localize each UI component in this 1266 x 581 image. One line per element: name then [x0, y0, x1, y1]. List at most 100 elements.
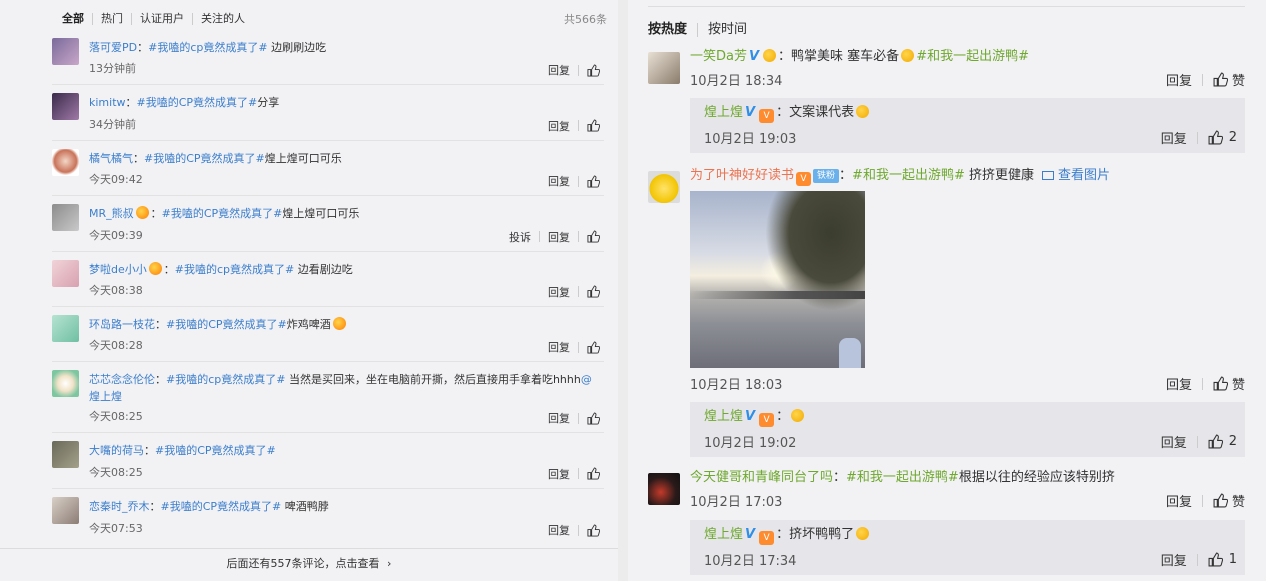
thumbs-up-icon[interactable]: [1213, 376, 1228, 391]
reply-text: 煌上煌 V V：: [704, 408, 806, 427]
report-button[interactable]: 投诉: [509, 229, 531, 245]
reply-button[interactable]: 回复: [548, 62, 570, 78]
avatar[interactable]: [52, 441, 79, 469]
avatar[interactable]: [52, 38, 79, 65]
reply-button[interactable]: 回复: [548, 229, 570, 245]
user-name[interactable]: 煌上煌: [704, 527, 743, 542]
user-name[interactable]: 梦啦de小小: [89, 263, 147, 276]
like-button[interactable]: 赞: [1232, 70, 1245, 89]
topic-tag[interactable]: #我嗑的CP竟然成真了#: [137, 96, 258, 109]
comment-text: 橘气橘气：#我嗑的CP竟然成真了#煌上煌可口可乐: [89, 150, 601, 167]
thumbs-up-icon[interactable]: [587, 341, 600, 354]
tab-verified[interactable]: 认证用户: [132, 13, 193, 25]
reply-button[interactable]: 回复: [1161, 432, 1187, 451]
reply-button[interactable]: 回复: [548, 173, 570, 189]
user-name[interactable]: 为了叶神好好读书: [690, 168, 794, 183]
reply-button[interactable]: 回复: [548, 339, 570, 355]
tab-by-hot[interactable]: 按热度: [648, 23, 699, 37]
thumbs-up-icon[interactable]: [587, 175, 600, 188]
tab-following[interactable]: 关注的人: [193, 13, 253, 25]
reply-button[interactable]: 回复: [1166, 374, 1192, 393]
laughing-emoji-icon: [332, 316, 346, 330]
avatar[interactable]: [52, 370, 79, 398]
avatar[interactable]: [52, 148, 79, 176]
user-name[interactable]: 大嘴的荷马: [89, 444, 144, 457]
thumbs-up-icon[interactable]: [1208, 130, 1223, 145]
user-name[interactable]: 煌上煌: [704, 105, 743, 120]
user-name[interactable]: 恋秦时_乔木: [89, 500, 150, 513]
topic-tag[interactable]: #我嗑的CP竟然成真了#: [166, 318, 287, 331]
reply-button[interactable]: 回复: [1161, 550, 1187, 569]
separator: ：: [150, 207, 162, 221]
divider: [578, 286, 579, 298]
comment-time: 今天08:28: [89, 339, 143, 353]
reply-button[interactable]: 回复: [548, 410, 570, 426]
reply-actions: 回复 2: [1161, 128, 1237, 147]
topic-tag[interactable]: #我嗑的CP竟然成真了#: [144, 152, 265, 165]
view-image-link[interactable]: 查看图片: [1058, 168, 1110, 183]
avatar[interactable]: [52, 496, 79, 524]
reply-date: 10月2日 19:02: [704, 436, 797, 451]
topic-tag[interactable]: #我嗑的CP竟然成真了#: [161, 500, 282, 513]
comment-time: 今天08:25: [89, 410, 143, 424]
thumbs-up-icon[interactable]: [1208, 434, 1223, 449]
thumbs-up-icon[interactable]: [587, 119, 600, 132]
avatar[interactable]: [52, 93, 79, 121]
topic-tag[interactable]: #和我一起出游鸭#: [846, 470, 959, 485]
list-item: kimitw：#我嗑的CP竟然成真了#分享 34分钟前 回复: [52, 85, 604, 141]
thumbs-up-icon[interactable]: [1213, 493, 1228, 508]
divider: [648, 6, 1245, 7]
thumbs-up-icon[interactable]: [587, 285, 600, 298]
avatar[interactable]: [648, 473, 680, 505]
avatar[interactable]: [52, 204, 79, 232]
smile-emoji-icon: [791, 409, 805, 422]
thumbs-up-icon[interactable]: [587, 64, 600, 77]
reply-button[interactable]: 回复: [548, 466, 570, 482]
tab-by-time[interactable]: 按时间: [698, 23, 757, 37]
thumbs-up-icon[interactable]: [1208, 552, 1223, 567]
reply-button[interactable]: 回复: [548, 118, 570, 134]
user-name[interactable]: 橘气橘气: [89, 152, 133, 165]
thumbs-up-icon[interactable]: [587, 230, 600, 243]
topic-tag[interactable]: #我嗑的cp竟然成真了#: [166, 373, 285, 386]
tab-all[interactable]: 全部: [62, 13, 93, 25]
topic-tag[interactable]: #我嗑的CP竟然成真了#: [162, 207, 283, 220]
topic-tag[interactable]: #和我一起出游鸭#: [916, 49, 1029, 64]
topic-tag[interactable]: #和我一起出游鸭#: [852, 168, 965, 183]
reply-button[interactable]: 回复: [1161, 128, 1187, 147]
thumbs-up-icon[interactable]: [1213, 72, 1228, 87]
divider: [1196, 553, 1198, 566]
reply-button[interactable]: 回复: [1166, 491, 1192, 510]
user-name[interactable]: 今天健哥和青峰同台了吗: [690, 470, 833, 485]
user-name[interactable]: kimitw: [89, 96, 126, 109]
user-name[interactable]: 煌上煌: [704, 409, 743, 424]
comment-text: 大嘴的荷马：#我嗑的CP竟然成真了#: [89, 442, 601, 459]
user-name[interactable]: 落可爱PD: [89, 41, 137, 54]
comment-photo[interactable]: [690, 191, 865, 368]
user-name[interactable]: 芯芯念念伦伦: [89, 373, 155, 386]
reply-button[interactable]: 回复: [548, 522, 570, 538]
avatar[interactable]: [52, 259, 79, 287]
avatar[interactable]: [648, 171, 680, 203]
load-more-comments[interactable]: 后面还有557条评论，点击查看 ›: [0, 548, 618, 581]
avatar[interactable]: [52, 314, 79, 342]
user-name[interactable]: MR_熊叔: [89, 207, 134, 220]
separator: ：: [137, 41, 149, 54]
reply-button[interactable]: 回复: [1166, 70, 1192, 89]
comment-time: 今天09:39: [89, 228, 143, 242]
separator: ：: [155, 317, 166, 331]
topic-tag[interactable]: #我嗑的cp竟然成真了#: [175, 263, 294, 276]
topic-tag[interactable]: #我嗑的cp竟然成真了#: [148, 41, 267, 54]
thumbs-up-icon[interactable]: [587, 524, 600, 537]
user-name[interactable]: 环岛路一枝花: [89, 318, 155, 331]
thumbs-up-icon[interactable]: [587, 412, 600, 425]
like-button[interactable]: 赞: [1232, 491, 1245, 510]
comment-text: 环岛路一枝花：#我嗑的CP竟然成真了#炸鸡啤酒: [89, 316, 601, 333]
user-name[interactable]: 一笑Da芳: [690, 49, 747, 64]
tab-hot[interactable]: 热门: [93, 13, 132, 25]
avatar[interactable]: [648, 52, 680, 84]
topic-tag[interactable]: #我嗑的CP竟然成真了#: [155, 444, 276, 457]
thumbs-up-icon[interactable]: [587, 467, 600, 480]
reply-button[interactable]: 回复: [548, 284, 570, 300]
like-button[interactable]: 赞: [1232, 374, 1245, 393]
